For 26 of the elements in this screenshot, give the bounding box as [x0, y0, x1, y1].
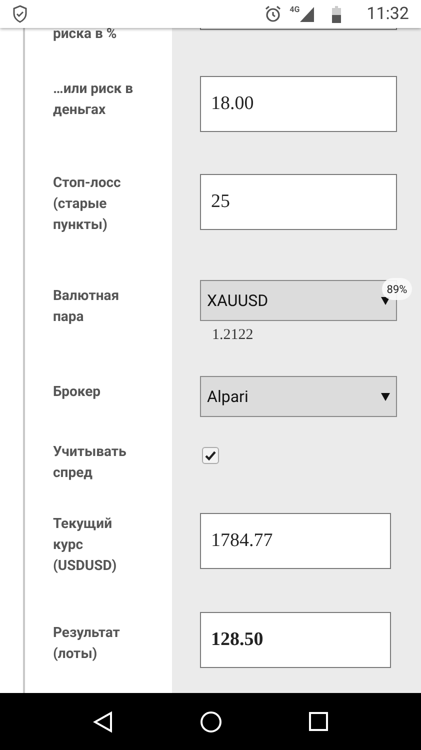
alarm-icon — [264, 5, 282, 23]
input-field[interactable]: 18.00 — [200, 76, 397, 132]
battery-icon — [332, 6, 341, 22]
recents-icon[interactable] — [308, 712, 328, 731]
signal-icon — [300, 6, 314, 22]
input-field[interactable]: 25 — [200, 174, 397, 230]
checkbox[interactable] — [202, 447, 219, 464]
network-type: 4G — [290, 5, 300, 14]
zoom-badge: 89% — [382, 278, 412, 300]
select-field[interactable]: Alpari — [200, 376, 397, 417]
shield-icon — [12, 5, 28, 23]
field-label: Результат (лоты) — [53, 624, 121, 664]
home-icon[interactable] — [200, 710, 222, 732]
field-label: Валютная пара — [53, 286, 120, 326]
field-label: Текущий курс (USDUSD) — [53, 514, 118, 576]
field-label: Стоп-лосс (старые пункты) — [53, 174, 122, 234]
caret-icon — [381, 392, 390, 400]
field-label: Брокер — [53, 383, 102, 402]
field-label: …или риск в деньгах — [53, 80, 134, 120]
field-label: риска в % — [53, 28, 118, 44]
input-field[interactable]: 1784.77 — [200, 513, 391, 569]
back-icon[interactable] — [93, 710, 114, 732]
clock-time: 11:32 — [366, 4, 409, 24]
field-label: Учитывать спред — [53, 442, 128, 482]
input-field[interactable]: 128.50 — [200, 612, 391, 668]
rate-text: 1.2122 — [212, 327, 254, 344]
